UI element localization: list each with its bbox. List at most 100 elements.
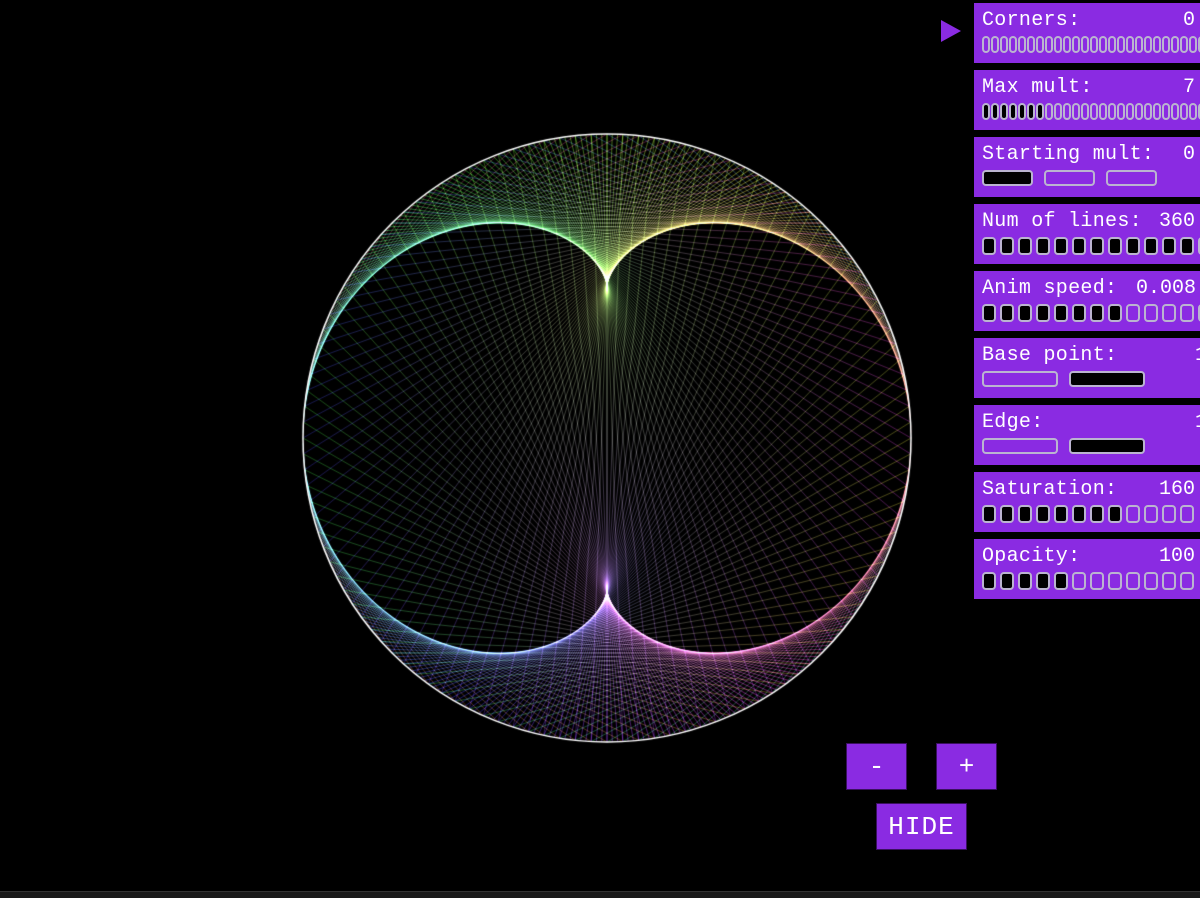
slider-cell[interactable]	[1171, 36, 1179, 53]
slider-cell[interactable]	[1072, 572, 1086, 590]
slider-cell[interactable]	[1000, 304, 1014, 322]
slider-cell[interactable]	[1044, 170, 1095, 186]
slider-cell[interactable]	[1027, 103, 1035, 120]
slider-cell[interactable]	[1180, 572, 1194, 590]
slider-cell[interactable]	[1180, 505, 1194, 523]
slider-cell[interactable]	[1144, 572, 1158, 590]
slider-cell[interactable]	[1126, 103, 1134, 120]
slider-cell[interactable]	[1054, 103, 1062, 120]
selector-edge[interactable]	[982, 438, 1200, 454]
slider-cell[interactable]	[982, 572, 996, 590]
slider-cell[interactable]	[1045, 103, 1053, 120]
slider-cell[interactable]	[1099, 36, 1107, 53]
slider-cell[interactable]	[1144, 505, 1158, 523]
slider-anim-speed[interactable]	[982, 304, 1200, 322]
control-max-mult[interactable]: Max mult: 7	[974, 70, 1200, 130]
slider-cell[interactable]	[1054, 505, 1068, 523]
slider-cell[interactable]	[1018, 505, 1032, 523]
slider-cell[interactable]	[1099, 103, 1107, 120]
slider-cell[interactable]	[1054, 304, 1068, 322]
slider-cell[interactable]	[1126, 237, 1140, 255]
slider-cell[interactable]	[1189, 36, 1197, 53]
slider-cell[interactable]	[1126, 304, 1140, 322]
slider-cell[interactable]	[1054, 237, 1068, 255]
slider-cell[interactable]	[1036, 237, 1050, 255]
slider-cell[interactable]	[1036, 304, 1050, 322]
slider-cell[interactable]	[1117, 36, 1125, 53]
slider-cell[interactable]	[1036, 505, 1050, 523]
slider-opacity[interactable]	[982, 572, 1200, 590]
slider-cell[interactable]	[1090, 572, 1104, 590]
slider-cell[interactable]	[1106, 170, 1157, 186]
slider-cell[interactable]	[1153, 103, 1161, 120]
slider-cell[interactable]	[1108, 304, 1122, 322]
slider-cell[interactable]	[982, 237, 996, 255]
slider-cell[interactable]	[1081, 36, 1089, 53]
slider-cell[interactable]	[982, 438, 1058, 454]
slider-cell[interactable]	[1144, 237, 1158, 255]
slider-cell[interactable]	[1180, 103, 1188, 120]
slider-saturation[interactable]	[982, 505, 1200, 523]
slider-cell[interactable]	[1117, 103, 1125, 120]
slider-cell[interactable]	[1054, 36, 1062, 53]
slider-cell[interactable]	[982, 36, 990, 53]
slider-cell[interactable]	[1108, 103, 1116, 120]
slider-cell[interactable]	[1135, 36, 1143, 53]
slider-cell[interactable]	[982, 170, 1033, 186]
slider-cell[interactable]	[1000, 572, 1014, 590]
control-base-point[interactable]: Base point: 1	[974, 338, 1200, 398]
slider-cell[interactable]	[991, 36, 999, 53]
control-num-of-lines[interactable]: Num of lines: 360	[974, 204, 1200, 264]
slider-cell[interactable]	[1108, 572, 1122, 590]
slider-cell[interactable]	[1162, 505, 1176, 523]
slider-cell[interactable]	[1000, 505, 1014, 523]
slider-cell[interactable]	[1162, 572, 1176, 590]
slider-cell[interactable]	[1018, 103, 1026, 120]
slider-cell[interactable]	[1063, 103, 1071, 120]
slider-cell[interactable]	[982, 505, 996, 523]
slider-cell[interactable]	[1090, 237, 1104, 255]
slider-cell[interactable]	[1144, 304, 1158, 322]
slider-cell[interactable]	[1090, 103, 1098, 120]
slider-cell[interactable]	[1180, 237, 1194, 255]
slider-cell[interactable]	[1180, 36, 1188, 53]
increase-button[interactable]: +	[936, 743, 997, 790]
slider-cell[interactable]	[1162, 103, 1170, 120]
slider-cell[interactable]	[1009, 36, 1017, 53]
slider-cell[interactable]	[1108, 237, 1122, 255]
slider-cell[interactable]	[1018, 36, 1026, 53]
slider-cell[interactable]	[1090, 304, 1104, 322]
slider-cell[interactable]	[1036, 572, 1050, 590]
slider-cell[interactable]	[1018, 237, 1032, 255]
decrease-button[interactable]: -	[846, 743, 907, 790]
slider-cell[interactable]	[1153, 36, 1161, 53]
control-corners[interactable]: Corners: 0	[974, 3, 1200, 63]
slider-cell[interactable]	[1072, 237, 1086, 255]
slider-cell[interactable]	[1171, 103, 1179, 120]
slider-cell[interactable]	[991, 103, 999, 120]
slider-cell[interactable]	[1162, 304, 1176, 322]
control-opacity[interactable]: Opacity: 100	[974, 539, 1200, 599]
slider-cell[interactable]	[1063, 36, 1071, 53]
control-starting-mult[interactable]: Starting mult: 0	[974, 137, 1200, 197]
slider-max-mult[interactable]	[982, 103, 1200, 120]
slider-cell[interactable]	[1072, 103, 1080, 120]
slider-cell[interactable]	[1135, 103, 1143, 120]
slider-cell[interactable]	[982, 103, 990, 120]
slider-cell[interactable]	[1018, 304, 1032, 322]
slider-cell[interactable]	[982, 371, 1058, 387]
slider-cell[interactable]	[1018, 572, 1032, 590]
slider-cell[interactable]	[1126, 505, 1140, 523]
slider-cell[interactable]	[1090, 36, 1098, 53]
slider-cell[interactable]	[1189, 103, 1197, 120]
slider-cell[interactable]	[1069, 438, 1145, 454]
slider-cell[interactable]	[1000, 103, 1008, 120]
slider-cell[interactable]	[1126, 36, 1134, 53]
control-anim-speed[interactable]: Anim speed: 0.008	[974, 271, 1200, 331]
slider-cell[interactable]	[1000, 36, 1008, 53]
slider-cell[interactable]	[1162, 237, 1176, 255]
slider-cell[interactable]	[1009, 103, 1017, 120]
slider-cell[interactable]	[1126, 572, 1140, 590]
slider-cell[interactable]	[1069, 371, 1145, 387]
slider-cell[interactable]	[1036, 36, 1044, 53]
